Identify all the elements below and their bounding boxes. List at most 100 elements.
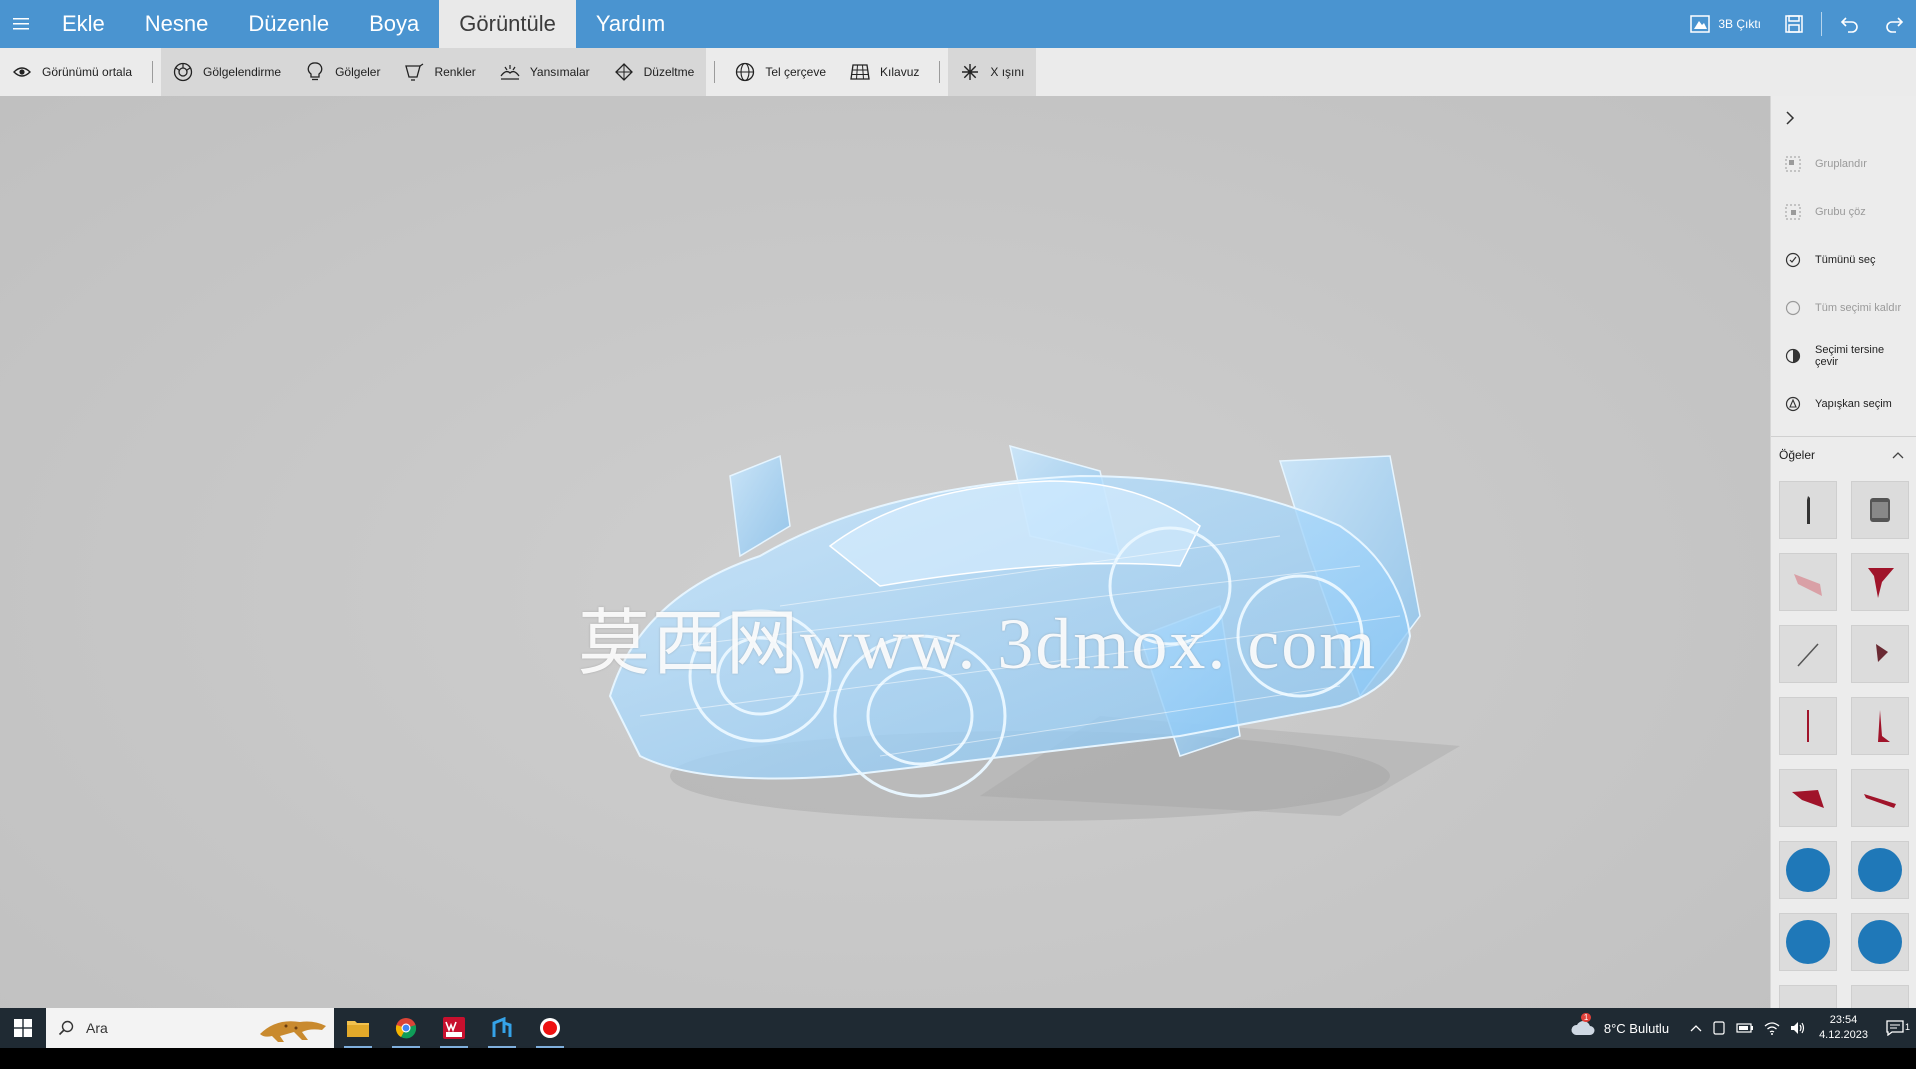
item-thumbnail[interactable] [1851,769,1909,827]
menu-duzenle[interactable]: Düzenle [228,0,349,48]
view-toolbar: Görünümü ortala Gölgelendirme Gölgeler R… [0,48,1916,96]
separator [714,61,716,83]
volume-icon[interactable] [1785,1021,1811,1035]
menu-yardim[interactable]: Yardım [576,0,685,48]
reflections-label: Yansımalar [529,65,590,79]
chevron-up-icon [1690,1025,1702,1032]
chevron-up-icon[interactable] [1892,451,1904,459]
windows-taskbar: Ara 1 8°C Bulutlu 23:54 4.12.2023 1 [0,1008,1916,1048]
item-thumbnail[interactable] [1851,913,1909,971]
watermark-text: 莫西网www. 3dmox. com [578,604,1378,684]
menu-nesne[interactable]: Nesne [125,0,229,48]
wifi-icon[interactable] [1759,1021,1785,1035]
taskbar-search[interactable]: Ara [46,1008,334,1048]
show-hidden-icons-button[interactable] [1685,1024,1707,1032]
weather-widget[interactable]: 1 8°C Bulutlu [1565,1013,1685,1037]
separator [939,61,941,83]
wireframe-button[interactable]: Tel çerçeve [723,48,838,96]
redo-icon [1886,17,1904,33]
smoothing-button[interactable]: Düzeltme [601,48,707,96]
invert-selection-icon [1785,348,1801,364]
separator [1821,12,1822,36]
center-view-label: Görünümü ortala [42,65,133,79]
separator [152,61,154,83]
clock-time: 23:54 [1829,1014,1858,1026]
wireframe-label: Tel çerçeve [765,65,827,79]
xray-button[interactable]: X ışını [948,48,1037,96]
print-3d-button[interactable]: 3B Çıktı [1678,0,1773,48]
selection-panel: Gruplandır Grubu çöz Tümünü seç Tüm seçi… [1770,96,1916,1043]
grid-button[interactable]: Kılavuz [838,48,931,96]
paint-bucket-icon [404,62,424,82]
menu-bar: Ekle Nesne Düzenle Boya Görüntüle Yardım… [0,0,1916,48]
item-thumbnail[interactable] [1851,841,1909,899]
device-icon[interactable] [1707,1021,1731,1035]
solidworks-app[interactable] [430,1008,478,1048]
solidworks-icon [443,1017,465,1039]
redo-button[interactable] [1872,0,1916,48]
item-thumbnail[interactable] [1779,553,1837,611]
item-thumbnail[interactable] [1779,481,1837,539]
items-header[interactable]: Öğeler [1771,437,1916,473]
collapse-panel-button[interactable] [1771,96,1916,140]
grid-label: Kılavuz [880,65,920,79]
3d-viewport[interactable]: 莫西网www. 3dmox. com [0,96,1770,1008]
weather-text: 8°C Bulutlu [1603,1020,1670,1036]
shading-label: Gölgelendirme [203,65,282,79]
smoothing-label: Düzeltme [643,65,695,79]
hamburger-menu-icon[interactable] [0,0,42,48]
screen-recorder-app[interactable] [526,1008,574,1048]
item-thumbnail[interactable] [1851,697,1909,755]
smoothing-icon [614,62,634,82]
grid-icon [850,62,870,82]
cheetah-search-highlight-icon [260,1021,326,1042]
deselect-icon [1785,300,1801,316]
sticky-selection-label: Yapışkan seçim [1815,398,1892,410]
notification-count: 1 [1904,1022,1910,1032]
clock[interactable]: 23:54 4.12.2023 [1811,1013,1876,1043]
select-all-icon [1785,252,1801,268]
invert-selection-button[interactable]: Seçimi tersine çevir [1771,332,1916,380]
item-thumbnail[interactable] [1779,913,1837,971]
deselect-all-label: Tüm seçimi kaldır [1815,302,1902,314]
item-thumbnail[interactable] [1851,481,1909,539]
print-3d-label: 3B Çıktı [1718,17,1761,31]
colors-button[interactable]: Renkler [392,48,488,96]
deselect-all-button[interactable]: Tüm seçimi kaldır [1771,284,1916,332]
item-thumbnail[interactable] [1779,625,1837,683]
ungroup-button[interactable]: Grubu çöz [1771,188,1916,236]
select-all-button[interactable]: Tümünü seç [1771,236,1916,284]
menu-ekle[interactable]: Ekle [42,0,125,48]
record-icon [540,1018,560,1038]
notification-center-button[interactable]: 1 [1876,1020,1916,1036]
shading-button[interactable]: Gölgelendirme [161,48,294,96]
file-explorer-app[interactable] [334,1008,382,1048]
group-icon [1785,156,1801,172]
sticky-selection-button[interactable]: Yapışkan seçim [1771,380,1916,428]
menu-right-actions: 3B Çıktı [1678,0,1916,48]
item-thumbnail[interactable] [1779,697,1837,755]
menu-boya[interactable]: Boya [349,0,439,48]
search-icon [58,1020,74,1036]
group-label: Gruplandır [1815,158,1867,170]
item-thumbnail[interactable] [1779,841,1837,899]
chrome-app[interactable] [382,1008,430,1048]
group-button[interactable]: Gruplandır [1771,140,1916,188]
battery-icon[interactable] [1731,1022,1759,1034]
undo-button[interactable] [1828,0,1872,48]
menu-goruntule[interactable]: Görüntüle [439,0,576,48]
save-button[interactable] [1773,0,1815,48]
item-thumbnail[interactable] [1851,553,1909,611]
system-tray: 1 8°C Bulutlu 23:54 4.12.2023 1 [1565,1008,1916,1048]
item-thumbnail[interactable] [1779,769,1837,827]
3d-builder-icon [492,1017,512,1037]
undo-icon [1840,17,1858,33]
start-button[interactable] [0,1008,46,1048]
item-thumbnail[interactable] [1851,625,1909,683]
center-view-button[interactable]: Görünümü ortala [0,48,144,96]
reflections-button[interactable]: Yansımalar [487,48,602,96]
reflections-icon [500,62,520,82]
3d-builder-app[interactable] [478,1008,526,1048]
shadows-button[interactable]: Gölgeler [293,48,393,96]
render-options-group: Gölgelendirme Gölgeler Renkler Yansımala… [161,48,707,96]
